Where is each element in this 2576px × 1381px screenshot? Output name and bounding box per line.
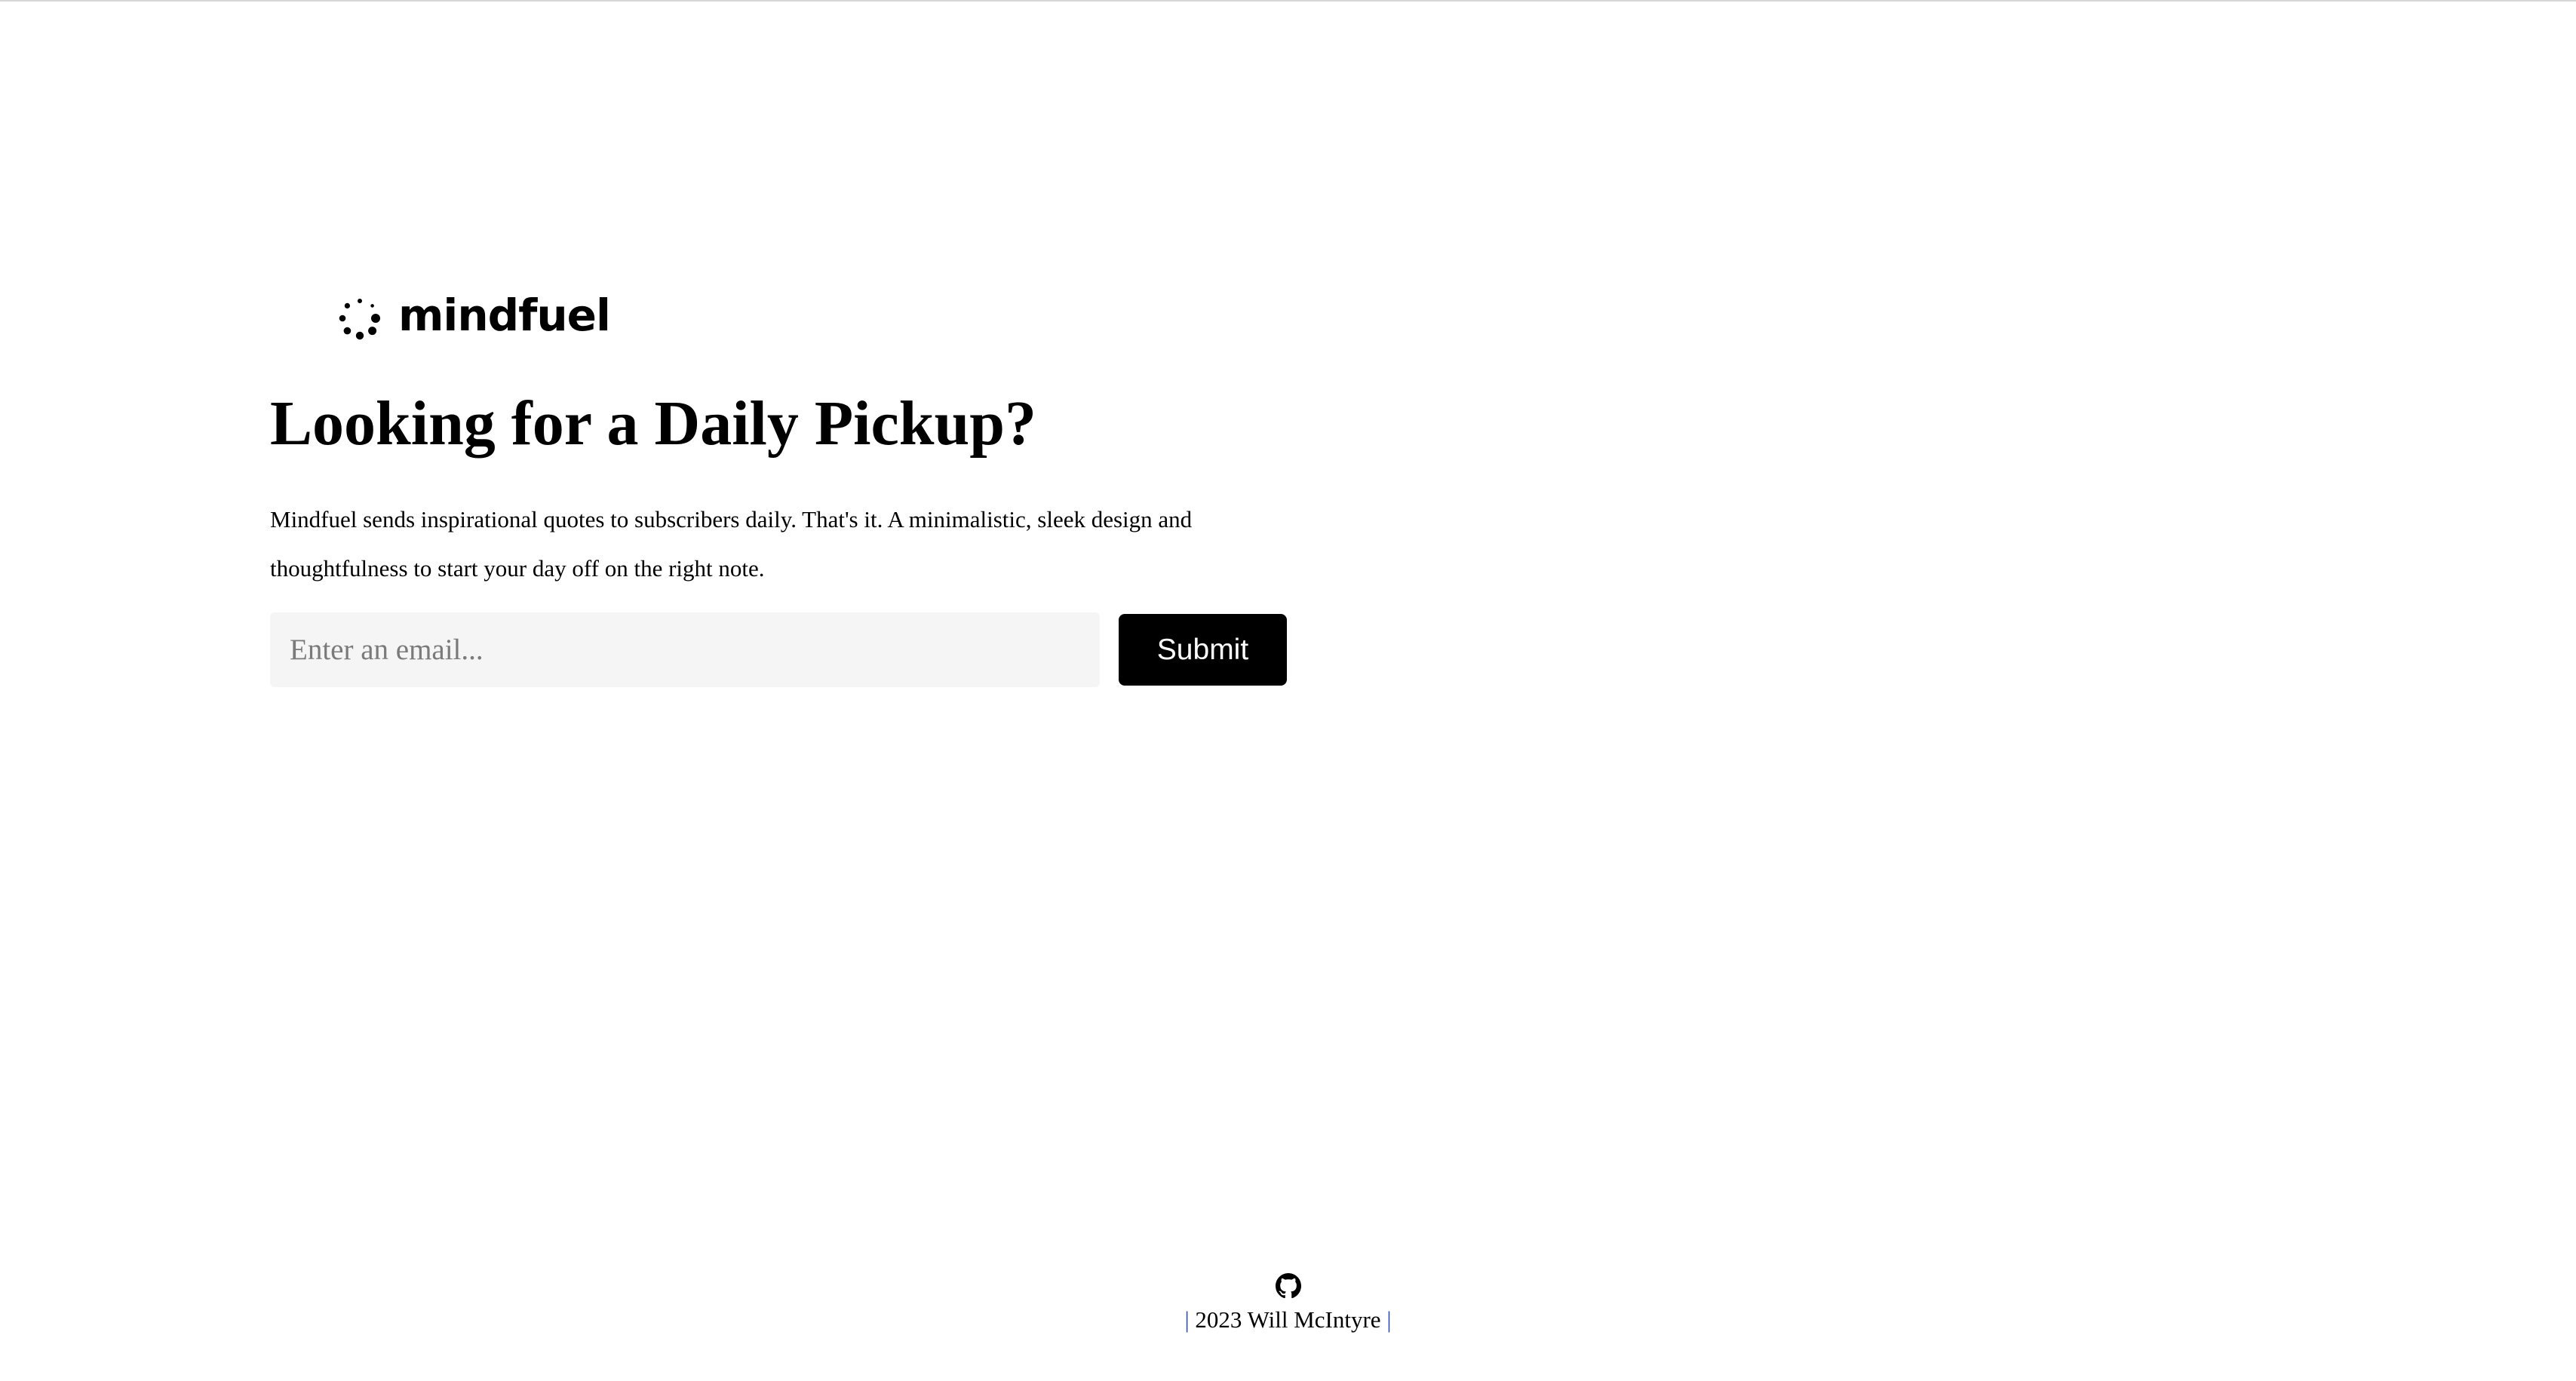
footer-credit-text: 2023 Will McIntyre: [1195, 1306, 1381, 1333]
footer-separator-left: |: [1184, 1306, 1190, 1333]
hero-section: mindfuel Looking for a Daily Pickup? Min…: [270, 279, 1296, 688]
intro-text: Mindfuel sends inspirational quotes to s…: [270, 506, 1193, 582]
github-icon: [1275, 1273, 1301, 1299]
page-title: Looking for a Daily Pickup?: [270, 388, 1036, 459]
footer-separator-right: |: [1386, 1306, 1392, 1333]
footer-credit: | 2023 Will McIntyre |: [0, 1306, 2576, 1333]
page-footer: | 2023 Will McIntyre |: [0, 1273, 2576, 1333]
github-link[interactable]: [1275, 1273, 1301, 1302]
brand-logo[interactable]: mindfuel: [326, 279, 1296, 358]
email-field[interactable]: [270, 612, 1100, 688]
submit-button[interactable]: Submit: [1119, 614, 1287, 686]
top-divider: [0, 0, 2576, 2]
dotted-circle-icon: [339, 299, 380, 340]
brand-name: mindfuel: [398, 290, 611, 341]
signup-form: Submit: [270, 612, 1296, 688]
